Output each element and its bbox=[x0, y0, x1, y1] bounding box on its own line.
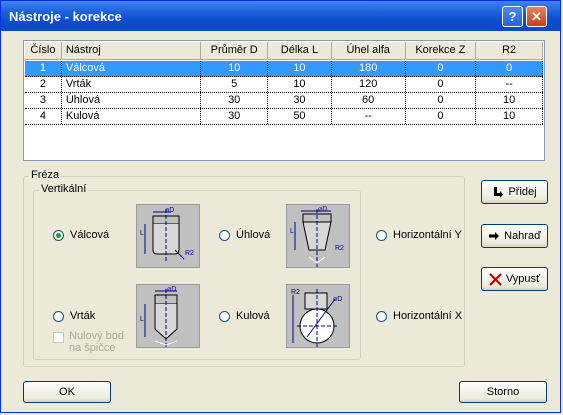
table-cell: 180 bbox=[332, 61, 406, 76]
svg-text:R2: R2 bbox=[335, 245, 344, 252]
angular-tool-diagram: ⌀D L R2 bbox=[286, 204, 350, 268]
milling-group-label: Fréza bbox=[29, 169, 62, 181]
table-cell: 10 bbox=[268, 77, 332, 92]
table-cell: 4 bbox=[25, 109, 62, 124]
radio-dot[interactable] bbox=[53, 229, 64, 241]
table-cell: 0 bbox=[406, 93, 477, 108]
svg-text:⌀D: ⌀D bbox=[333, 296, 342, 303]
table-cell: 30 bbox=[201, 93, 269, 108]
ball-tool-diagram: R2 ⌀D bbox=[286, 284, 350, 348]
replace-button[interactable]: Nahraď bbox=[481, 224, 548, 248]
table-cell: 10 bbox=[476, 93, 543, 108]
svg-text:L: L bbox=[140, 316, 144, 323]
svg-text:L: L bbox=[290, 228, 294, 235]
table-cell: 30 bbox=[268, 93, 332, 108]
cancel-button[interactable]: Storno bbox=[459, 381, 547, 403]
help-button[interactable]: ? bbox=[502, 6, 523, 27]
cylindrical-tool-diagram: ⌀D L R2 bbox=[136, 204, 200, 268]
radio-dot[interactable] bbox=[219, 229, 230, 241]
radio-horizontal-x[interactable]: Horizontální X bbox=[376, 310, 462, 322]
table-cell: 1 bbox=[25, 61, 62, 76]
table-cell: -- bbox=[332, 109, 406, 124]
radio-dot[interactable] bbox=[376, 229, 387, 241]
table-cell: -- bbox=[476, 77, 543, 92]
table-cell: 50 bbox=[268, 109, 332, 124]
table-header: Číslo Nástroj Průměr D Délka L Úhel alfa Kore… bbox=[25, 42, 543, 60]
svg-text:⌀D: ⌀D bbox=[318, 206, 327, 213]
table-cell: Válcová bbox=[62, 61, 202, 76]
delete-button[interactable]: Vypusť bbox=[481, 267, 548, 291]
table-cell: Vrták bbox=[62, 77, 202, 92]
arrow-down-right-icon bbox=[492, 186, 504, 198]
checkbox-box[interactable] bbox=[53, 332, 64, 343]
table-cell: 2 bbox=[25, 77, 62, 92]
zero-point-checkbox[interactable]: Nulový bod na špičce bbox=[53, 330, 124, 354]
radio-angular[interactable]: Úhlová bbox=[219, 229, 270, 241]
dialog-window: Nástroje - korekce ? ✕ Číslo Nástroj Průmě… bbox=[0, 0, 561, 413]
zero-point-label-1: Nulový bod bbox=[69, 330, 125, 342]
column-header[interactable]: Nástroj bbox=[61, 42, 202, 60]
radio-dot[interactable] bbox=[53, 310, 64, 322]
radio-horizontal-y[interactable]: Horizontální Y bbox=[376, 229, 462, 241]
column-header[interactable]: Délka L bbox=[268, 42, 332, 60]
close-button[interactable]: ✕ bbox=[526, 6, 547, 27]
red-x-icon bbox=[489, 272, 502, 286]
table-row[interactable]: 1 Válcová 10 10 180 0 0 bbox=[25, 61, 543, 77]
radio-dot[interactable] bbox=[376, 310, 387, 322]
radio-ball[interactable]: Kulová bbox=[219, 310, 270, 322]
tools-table[interactable]: Číslo Nástroj Průměr D Délka L Úhel alfa Kore… bbox=[23, 40, 545, 161]
vertical-group-label: Vertikální bbox=[39, 183, 89, 195]
title-bar[interactable]: Nástroje - korekce ? ✕ bbox=[1, 1, 560, 31]
table-cell: Kulová bbox=[62, 109, 202, 124]
table-cell: 60 bbox=[332, 93, 406, 108]
table-cell: 10 bbox=[201, 61, 269, 76]
column-header[interactable]: Úhel alfa bbox=[331, 42, 406, 60]
table-row[interactable]: 3 Úhlová 30 30 60 0 10 bbox=[25, 93, 543, 109]
arrow-right-icon bbox=[488, 230, 500, 242]
radio-cylindrical[interactable]: Válcová bbox=[53, 229, 109, 241]
table-cell: 0 bbox=[476, 61, 543, 76]
table-cell: 30 bbox=[201, 109, 269, 124]
svg-text:R2: R2 bbox=[291, 289, 300, 296]
table-cell: 3 bbox=[25, 93, 62, 108]
table-cell: 10 bbox=[268, 61, 332, 76]
column-header[interactable]: Průměr D bbox=[201, 42, 269, 60]
table-cell: 0 bbox=[406, 109, 477, 124]
table-cell: Úhlová bbox=[62, 93, 202, 108]
length-label: L bbox=[140, 230, 144, 237]
column-header[interactable]: Korekce Z bbox=[405, 42, 477, 60]
add-button[interactable]: Přidej bbox=[481, 180, 548, 204]
table-cell: 0 bbox=[406, 61, 477, 76]
radio-dot[interactable] bbox=[219, 310, 230, 322]
table-cell: 5 bbox=[201, 77, 269, 92]
radius-label: R2 bbox=[185, 250, 194, 257]
drill-tool-diagram: ⌀D L bbox=[136, 284, 200, 348]
svg-text:⌀D: ⌀D bbox=[167, 286, 176, 293]
zero-point-label-2: na špičce bbox=[69, 342, 116, 354]
table-cell: 120 bbox=[332, 77, 406, 92]
table-row[interactable]: 2 Vrták 5 10 120 0 -- bbox=[25, 77, 543, 93]
table-cell: 10 bbox=[476, 109, 543, 124]
radio-drill[interactable]: Vrták bbox=[53, 310, 95, 322]
ok-button[interactable]: OK bbox=[23, 381, 111, 403]
window-title: Nástroje - korekce bbox=[9, 9, 122, 24]
column-header[interactable]: R2 bbox=[476, 42, 543, 60]
column-header[interactable]: Číslo bbox=[25, 42, 62, 60]
table-row[interactable]: 4 Kulová 30 50 -- 0 10 bbox=[25, 109, 543, 125]
table-cell: 0 bbox=[406, 77, 477, 92]
